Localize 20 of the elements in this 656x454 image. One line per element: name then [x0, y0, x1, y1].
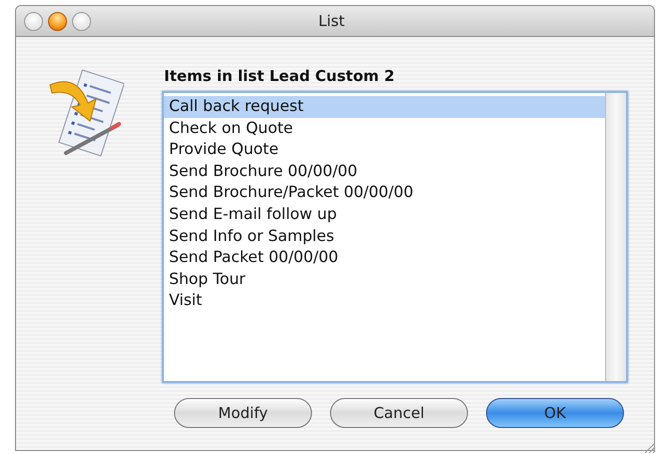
- list-item[interactable]: Provide Quote: [164, 139, 605, 161]
- zoom-button[interactable]: [72, 12, 91, 30]
- scrollbar[interactable]: [605, 93, 626, 381]
- list-heading: Items in list Lead Custom 2: [164, 67, 396, 85]
- default-button[interactable]: OK: [486, 398, 624, 428]
- list-item[interactable]: Send Packet 00/00/00: [164, 247, 605, 269]
- close-button[interactable]: [24, 12, 43, 30]
- list-item[interactable]: Shop Tour: [164, 268, 605, 290]
- list-item[interactable]: Check on Quote: [164, 118, 605, 140]
- list-item[interactable]: Visit: [164, 290, 605, 312]
- resize-grip-icon[interactable]: [642, 440, 656, 454]
- push-button[interactable]: Modify: [174, 398, 312, 428]
- list-item[interactable]: Send Info or Samples: [164, 226, 605, 248]
- list-item[interactable]: Send E-mail follow up: [164, 204, 605, 226]
- minimize-button[interactable]: [48, 12, 67, 30]
- window-title: List: [317, 12, 346, 30]
- list-item[interactable]: Send Brochure/Packet 00/00/00: [164, 182, 605, 204]
- list-item[interactable]: Call back request: [164, 96, 605, 118]
- list-item[interactable]: Send Brochure 00/00/00: [164, 160, 605, 182]
- push-button[interactable]: Cancel: [330, 398, 468, 428]
